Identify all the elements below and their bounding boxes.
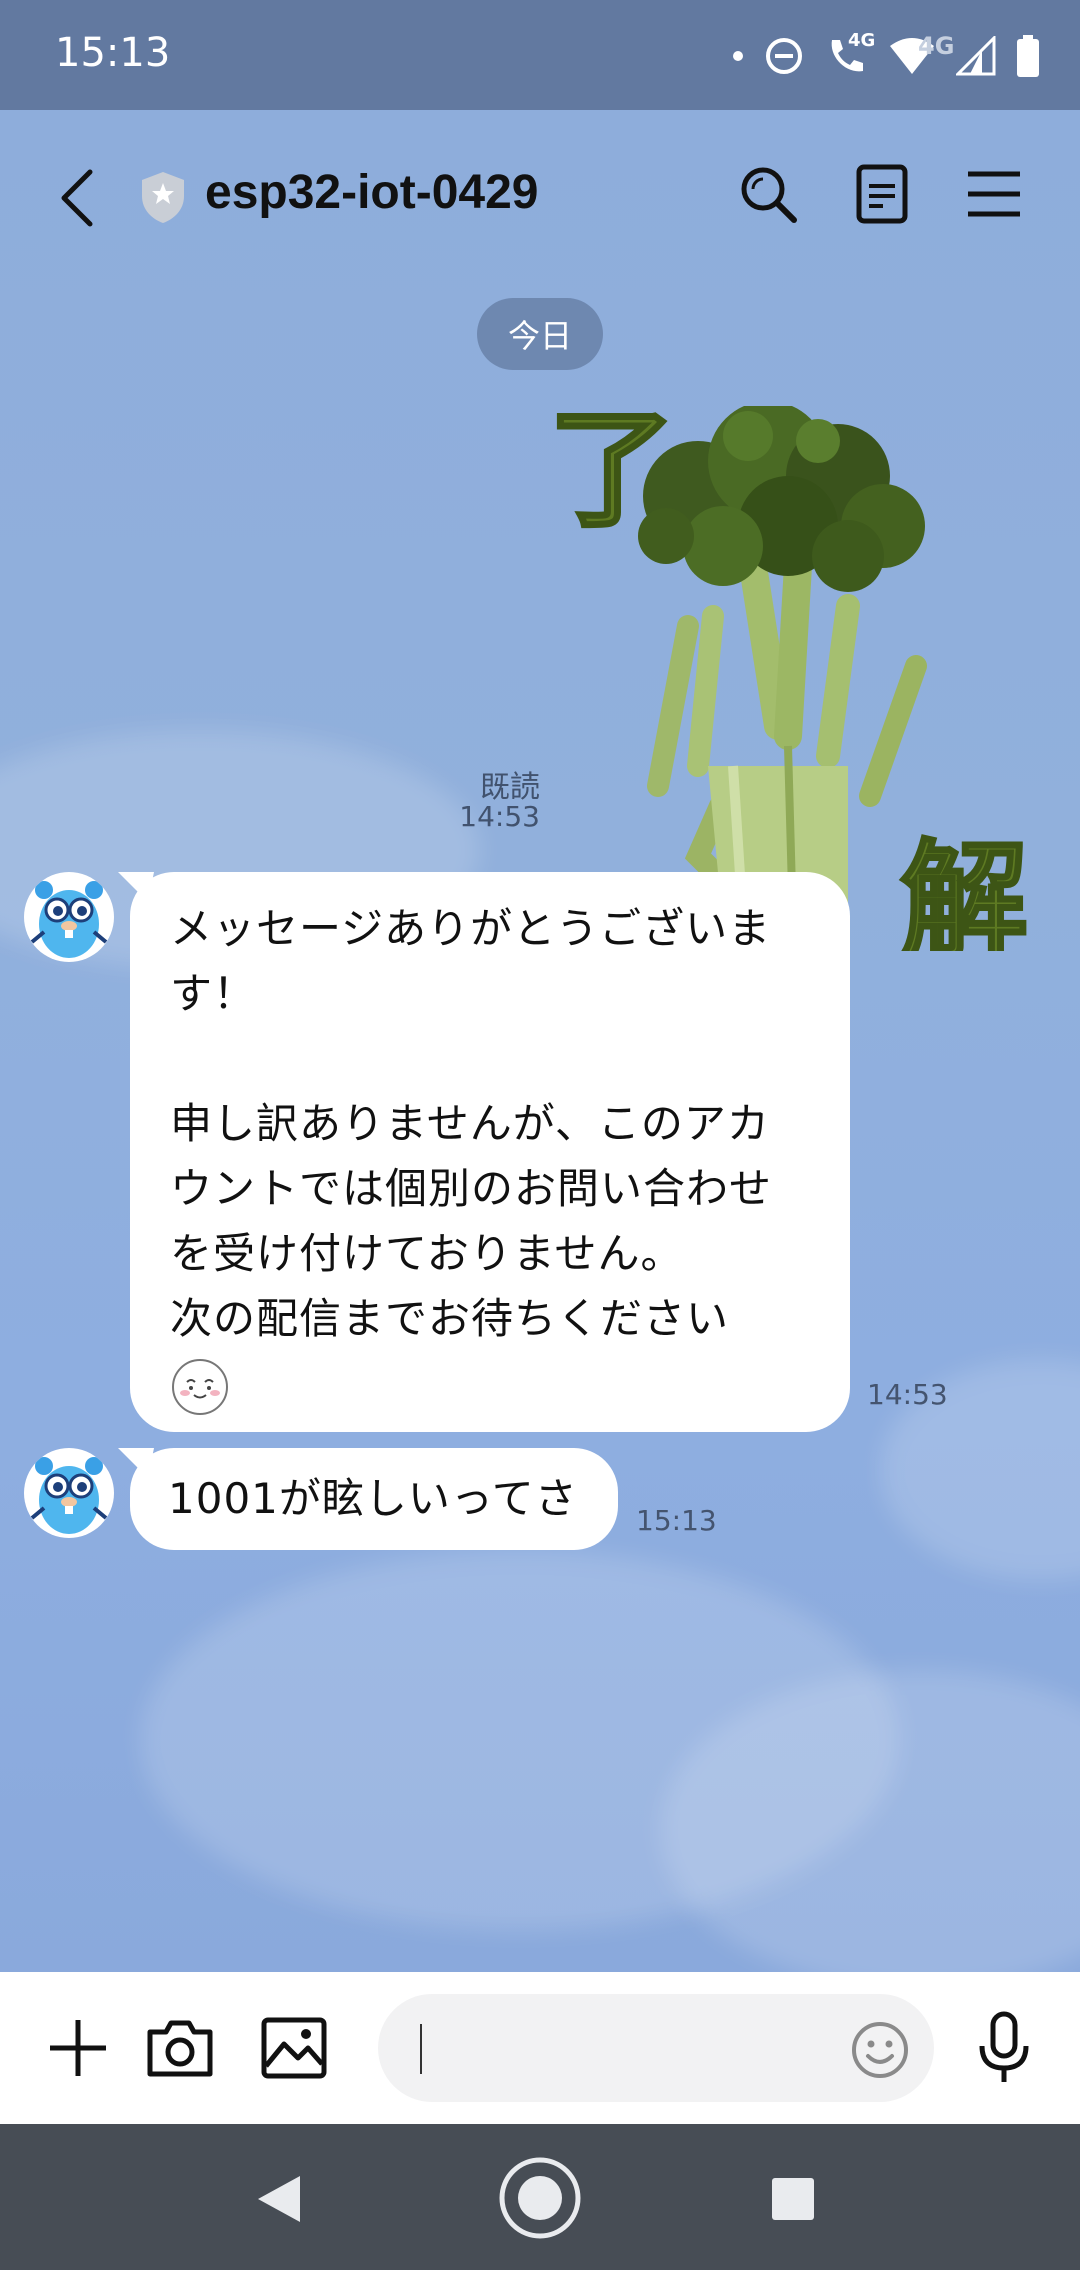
message-time: 15:13: [636, 1504, 717, 1537]
mic-button[interactable]: [975, 2010, 1033, 2086]
network-type-label: 4G: [918, 32, 955, 60]
nav-back-button[interactable]: [254, 2172, 304, 2226]
broccoli-sticker[interactable]: 了 解: [547, 395, 1048, 979]
chat-area[interactable]: esp32-iot-0429 今日 了 解 既読 14:53 メッセージありがと…: [0, 110, 1080, 1972]
image-button[interactable]: [258, 2012, 330, 2084]
image-icon: [261, 2017, 327, 2079]
text-cursor: [420, 2024, 422, 2074]
message-input[interactable]: [430, 2024, 814, 2076]
dnd-icon: [764, 36, 804, 76]
status-time: 15:13: [55, 30, 171, 76]
chat-title: esp32-iot-0429: [205, 166, 539, 219]
nav-home-icon: [499, 2157, 581, 2239]
message-time: 14:53: [867, 1378, 948, 1411]
menu-button[interactable]: [962, 162, 1026, 226]
sticker-time: 14:53: [459, 800, 540, 833]
search-icon: [741, 167, 797, 223]
menu-icon: [968, 171, 1020, 217]
message-line: を受け付けておりません。: [170, 1229, 684, 1278]
bot-avatar[interactable]: [24, 1448, 114, 1538]
message-line: 次の配信までお待ちください: [170, 1294, 730, 1343]
message-bubble[interactable]: メッセージありがとうございま す！ 申し訳ありませんが、このアカ ウントでは個別…: [118, 872, 850, 1432]
broccoli-illustration: [638, 401, 927, 939]
notification-dot-icon: [732, 50, 744, 62]
battery-icon: [1016, 34, 1040, 78]
nav-back-icon: [258, 2176, 300, 2222]
official-shield-icon: [140, 170, 186, 224]
back-icon: [61, 169, 93, 227]
signal-icon: 4G: [918, 32, 996, 76]
message-field[interactable]: [378, 1994, 934, 2102]
gopher-avatar-icon: [30, 1457, 108, 1534]
camera-button[interactable]: [144, 2012, 216, 2084]
message-line: [170, 1026, 810, 1091]
status-bar: 15:13 4G 4G: [0, 0, 1080, 110]
plus-icon: [50, 2020, 106, 2076]
date-separator: 今日: [477, 298, 603, 370]
sticker-text-bottom: 解: [900, 828, 1028, 951]
message-bubble[interactable]: 1001が眩しいってさ: [118, 1448, 618, 1550]
mic-icon: [979, 2011, 1029, 2082]
message-line: 1001が眩しいってさ: [168, 1474, 578, 1523]
message-line: メッセージありがとうございま: [170, 904, 772, 953]
message-line: ウントでは個別のお問い合わせ: [170, 1164, 773, 1213]
message-line: す！: [170, 969, 257, 1018]
camera-icon: [147, 2020, 213, 2077]
wifi-call-icon: 4G: [824, 30, 875, 78]
plus-button[interactable]: [42, 2012, 114, 2084]
gopher-avatar-icon: [30, 881, 108, 958]
notes-icon: [856, 164, 908, 224]
nav-home-button[interactable]: [498, 2156, 582, 2240]
bubble-tail: [118, 1448, 154, 1478]
bot-avatar[interactable]: [24, 872, 114, 962]
input-bar: [0, 1972, 1080, 2124]
call-network-label: 4G: [848, 30, 876, 51]
system-nav-bar: [0, 2124, 1080, 2270]
back-button[interactable]: [50, 158, 110, 238]
emoji-icon: [852, 2022, 908, 2078]
chat-header: esp32-iot-0429: [0, 110, 1080, 270]
search-button[interactable]: [736, 162, 800, 226]
nav-recents-icon: [772, 2178, 814, 2220]
notes-button[interactable]: [850, 162, 914, 226]
bubble-tail: [118, 872, 154, 902]
smiley-emoji-icon: [172, 1358, 228, 1415]
message-line: 申し訳ありませんが、このアカ: [170, 1099, 770, 1148]
nav-recents-button[interactable]: [770, 2176, 816, 2222]
emoji-button[interactable]: [850, 2020, 910, 2080]
